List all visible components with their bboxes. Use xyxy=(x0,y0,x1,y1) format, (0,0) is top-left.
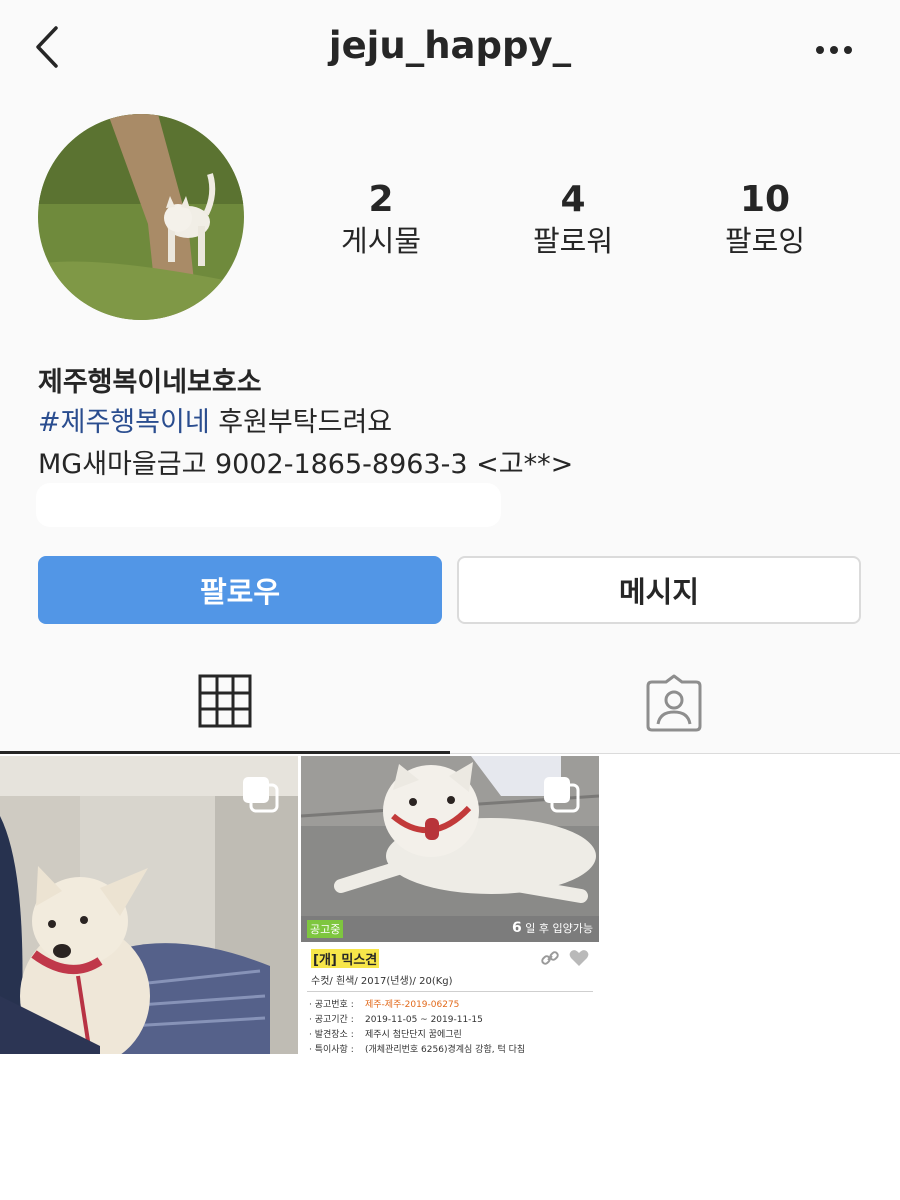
card-detail-row: · 공고기간 : 2019-11-05 ~ 2019-11-15 xyxy=(309,1012,483,1025)
dog-avatar-image xyxy=(38,114,244,320)
card-subtitle: 수컷/ 흰색/ 2017(년생)/ 20(Kg) xyxy=(311,976,453,987)
detail-key: · 특이사항 : xyxy=(309,1045,354,1054)
follow-button[interactable]: 팔로우 xyxy=(38,556,442,624)
following-count[interactable]: 10 팔로잉 xyxy=(665,178,865,260)
tab-tagged[interactable] xyxy=(450,660,900,754)
detail-key: · 발견장소 : xyxy=(309,1030,354,1040)
following-count-label: 팔로잉 xyxy=(724,224,806,258)
message-button[interactable]: 메시지 xyxy=(457,556,861,624)
card-detail-row: · 공고번호 : 제주-제주-2019-06275 xyxy=(309,997,459,1010)
card-detail-row: · 특이사항 : (개체관리번호 6256)경계심 강함, 턱 다침 xyxy=(309,1042,525,1054)
bio-line-1: #제주행복이네 후원부탁드려요 xyxy=(38,400,392,439)
posts-count-label: 게시물 xyxy=(340,224,422,258)
multiple-photos-icon xyxy=(544,777,580,813)
more-horizontal-icon xyxy=(816,46,852,54)
following-count-value: 10 xyxy=(739,179,791,220)
card-title: [개] 믹스견 xyxy=(311,949,380,968)
detail-value: 제주시 첨단단지 꿈에그린 xyxy=(365,1030,462,1040)
profile-username: jeju_happy_ xyxy=(328,24,572,67)
bio-line-1-text: 후원부탁드려요 xyxy=(209,407,393,438)
link-icon xyxy=(541,951,559,965)
followers-count-value: 4 xyxy=(560,179,586,220)
multiple-photos-icon xyxy=(243,777,279,813)
bio-hashtag-link[interactable]: #제주행복이네 xyxy=(38,407,210,438)
adoption-availability: 6 일 후 입양가능 xyxy=(512,920,593,936)
heart-icon xyxy=(569,950,589,966)
status-badge: 공고중 xyxy=(307,920,344,938)
redacted-bio-line xyxy=(36,483,501,527)
more-options-button[interactable] xyxy=(810,30,860,70)
detail-value: 제주-제주-2019-06275 xyxy=(365,1000,460,1010)
detail-key: · 공고번호 : xyxy=(309,1000,354,1010)
card-divider xyxy=(307,991,593,992)
card-detail-row: · 발견장소 : 제주시 첨단단지 꿈에그린 xyxy=(309,1027,462,1040)
tab-posts-grid[interactable] xyxy=(0,660,450,754)
adoption-days-text: 일 후 입양가능 xyxy=(521,922,593,935)
post-thumbnail-1[interactable] xyxy=(0,756,298,1054)
grid-icon xyxy=(198,674,252,728)
posts-count-value: 2 xyxy=(368,179,394,220)
posts-count: 2 게시물 xyxy=(281,178,481,260)
tagged-person-icon xyxy=(646,674,702,732)
bio-line-2: MG새마을금고 9002-1865-8963-3 <고**> xyxy=(38,449,574,480)
detail-value: 2019-11-05 ~ 2019-11-15 xyxy=(365,1015,483,1025)
followers-count[interactable]: 4 팔로워 xyxy=(473,178,673,260)
detail-value: (개체관리번호 6256)경계심 강함, 턱 다침 xyxy=(365,1045,526,1054)
bio-display-name: 제주행복이네보호소 xyxy=(38,367,262,398)
adoption-days: 6 xyxy=(512,920,522,936)
detail-key: · 공고기간 : xyxy=(309,1015,354,1025)
post-thumbnail-2[interactable]: 공고중 6 일 후 입양가능 [개] 믹스견 수컷/ 흰색/ 2017(년생)/… xyxy=(301,756,599,1054)
avatar[interactable] xyxy=(38,114,244,320)
followers-count-label: 팔로워 xyxy=(532,224,614,258)
